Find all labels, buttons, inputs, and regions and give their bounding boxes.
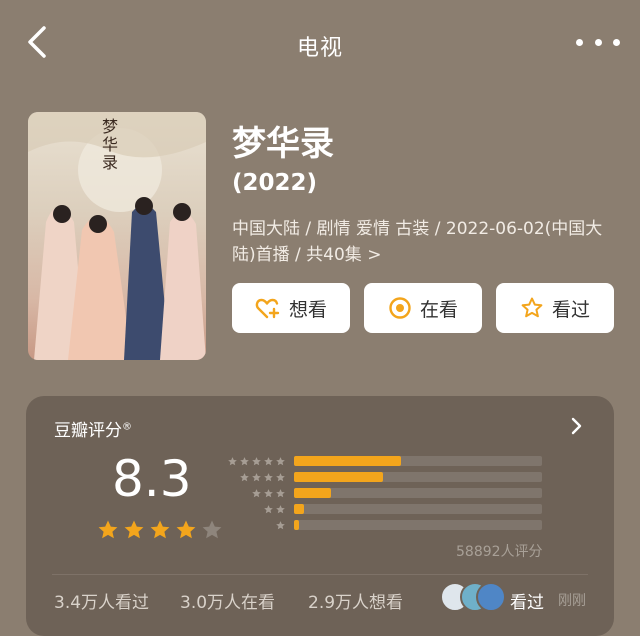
star-filled-icon <box>176 520 196 539</box>
watched-button[interactable]: 看过 <box>496 283 614 333</box>
bar-star-label <box>224 472 286 482</box>
star-filled-icon <box>98 520 118 539</box>
bar-star-label <box>224 488 286 498</box>
registered-mark-icon: ® <box>122 421 132 433</box>
rating-title: 豆瓣评分® <box>54 416 132 441</box>
small-star-icon <box>264 473 273 482</box>
watched-count[interactable]: 3.4万人看过 <box>54 588 149 613</box>
want-count[interactable]: 2.9万人想看 <box>308 588 403 613</box>
heart-plus-icon <box>255 298 280 319</box>
page-title: 电视 <box>296 36 343 61</box>
small-star-icon <box>252 489 261 498</box>
poster-title: 梦华录 <box>102 117 119 172</box>
small-star-icon <box>264 457 273 466</box>
more-icon <box>576 38 583 46</box>
bar-track <box>294 504 542 514</box>
bar-fill <box>294 520 299 530</box>
star-empty-icon <box>202 520 222 539</box>
divider <box>52 574 588 575</box>
more-button[interactable] <box>576 30 620 54</box>
bar-fill <box>294 504 304 514</box>
bar-fill <box>294 456 401 466</box>
bar-fill <box>294 472 383 482</box>
want-to-watch-button[interactable]: 想看 <box>232 283 350 333</box>
bar-track <box>294 520 542 530</box>
bar-track <box>294 488 542 498</box>
watching-label: 在看 <box>419 298 458 321</box>
rating-count: 58892人评分 <box>456 544 543 560</box>
rating-stars <box>96 518 224 542</box>
movie-title: 梦华录 <box>232 124 334 164</box>
circle-dot-icon <box>389 297 411 319</box>
star-outline-icon <box>521 297 543 318</box>
small-star-icon <box>276 473 285 482</box>
small-star-icon <box>276 521 285 530</box>
small-star-icon <box>276 505 285 514</box>
bar-star-label <box>224 504 286 514</box>
bar-track <box>294 472 542 482</box>
small-star-icon <box>276 489 285 498</box>
friend-status: 看过 <box>510 593 544 613</box>
avatar <box>476 582 506 612</box>
watching-count[interactable]: 3.0万人在看 <box>180 588 275 613</box>
rating-card: 豆瓣评分® 8.3 58892人评分 3.4万人看过 3.0万人在看 2.9万人… <box>26 396 614 636</box>
small-star-icon <box>240 473 249 482</box>
want-label: 想看 <box>288 298 327 321</box>
bar-star-label <box>224 456 286 466</box>
rating-detail-button[interactable] <box>566 416 586 436</box>
small-star-icon <box>276 457 285 466</box>
small-star-icon <box>240 457 249 466</box>
friend-time: 刚刚 <box>558 593 586 609</box>
movie-year: (2022) <box>232 170 318 196</box>
small-star-icon <box>264 489 273 498</box>
bar-star-label <box>224 520 286 530</box>
watching-button[interactable]: 在看 <box>364 283 482 333</box>
rating-title-text: 豆瓣评分 <box>54 421 122 441</box>
small-star-icon <box>264 505 273 514</box>
star-filled-icon <box>124 520 144 539</box>
poster-image[interactable]: 梦华录 <box>28 112 206 360</box>
bar-fill <box>294 488 331 498</box>
bar-track <box>294 456 542 466</box>
movie-meta[interactable]: 中国大陆 / 剧情 爱情 古装 / 2022-06-02(中国大陆)首播 / 共… <box>232 216 620 268</box>
star-filled-icon <box>150 520 170 539</box>
rating-score: 8.3 <box>112 450 192 508</box>
small-star-icon <box>252 457 261 466</box>
chevron-right-icon <box>571 417 582 435</box>
top-bar: 电视 <box>0 0 640 88</box>
watched-label: 看过 <box>551 298 590 321</box>
friend-avatars[interactable] <box>440 582 506 612</box>
small-star-icon <box>228 457 237 466</box>
small-star-icon <box>252 473 261 482</box>
